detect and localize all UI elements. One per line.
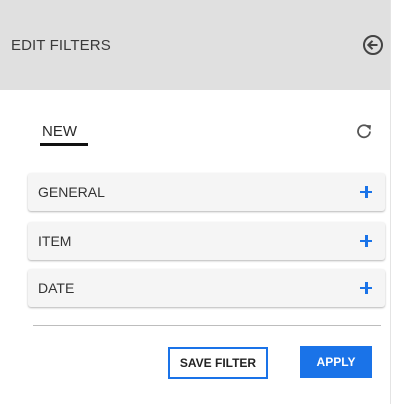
panel-header: EDIT FILTERS bbox=[0, 0, 390, 90]
plus-icon[interactable] bbox=[359, 185, 373, 199]
tab-new[interactable]: NEW bbox=[42, 123, 77, 140]
filter-section-item[interactable]: ITEM bbox=[28, 222, 385, 260]
tab-active-indicator bbox=[40, 143, 88, 146]
panel-title: EDIT FILTERS bbox=[11, 37, 111, 54]
divider bbox=[33, 325, 381, 326]
section-label: ITEM bbox=[38, 233, 72, 249]
edit-filters-panel: EDIT FILTERS NEW GENERAL ITEM DATE SAVE … bbox=[0, 0, 391, 404]
save-filter-button[interactable]: SAVE FILTER bbox=[168, 347, 268, 379]
section-label: GENERAL bbox=[38, 184, 105, 200]
plus-icon[interactable] bbox=[359, 281, 373, 295]
back-arrow-icon[interactable] bbox=[362, 34, 384, 56]
apply-button[interactable]: APPLY bbox=[300, 346, 372, 378]
plus-icon[interactable] bbox=[359, 234, 373, 248]
refresh-icon[interactable] bbox=[355, 122, 373, 140]
section-label: DATE bbox=[38, 280, 75, 296]
filter-section-date[interactable]: DATE bbox=[28, 269, 385, 307]
filter-section-general[interactable]: GENERAL bbox=[28, 173, 385, 211]
